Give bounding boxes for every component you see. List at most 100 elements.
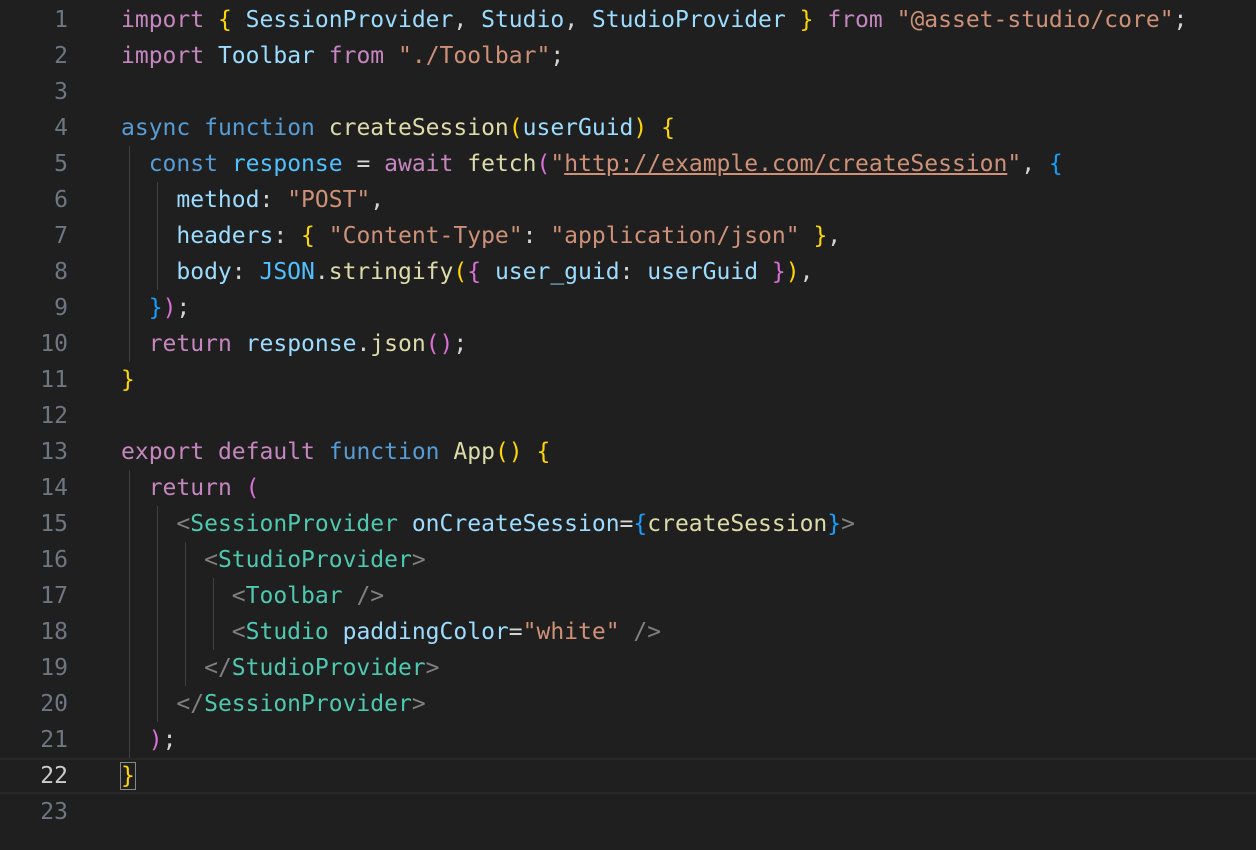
code-line[interactable]: 8 body: JSON.stringify({ user_guid: user…	[0, 254, 1256, 290]
code-line[interactable]: 6 method: "POST",	[0, 182, 1256, 218]
code-token: SessionProvider	[204, 691, 412, 717]
code-token: paddingColor	[342, 619, 509, 645]
code-token: await	[384, 151, 454, 177]
code-token: (	[425, 331, 440, 357]
code-line[interactable]: 16 <StudioProvider>	[0, 542, 1256, 578]
code-token: .	[356, 331, 371, 357]
code-token: default	[217, 439, 315, 465]
line-number: 8	[54, 259, 68, 285]
code-token: Studio	[481, 7, 565, 33]
line-number: 2	[54, 43, 68, 69]
code-text: import Toolbar from "./Toolbar";	[121, 38, 564, 74]
code-line[interactable]: 7 headers: { "Content-Type": "applicatio…	[0, 218, 1256, 254]
code-token: }	[771, 259, 786, 285]
code-token: }	[813, 223, 828, 249]
code-line[interactable]: 5 const response = await fetch("http://e…	[0, 146, 1256, 182]
line-number: 7	[54, 223, 68, 249]
code-token: response	[245, 331, 357, 357]
code-line[interactable]: 14 return (	[0, 470, 1256, 506]
code-text: });	[121, 290, 191, 326]
code-line[interactable]: 10 return response.json();	[0, 326, 1256, 362]
code-line[interactable]: 12	[0, 398, 1256, 434]
code-text: <StudioProvider>	[121, 542, 426, 578]
code-token: "application/json"	[550, 223, 800, 249]
line-number: 5	[54, 151, 68, 177]
line-number: 19	[40, 655, 68, 681]
code-line[interactable]: 1 import { SessionProvider, Studio, Studi…	[0, 2, 1256, 38]
line-number: 4	[54, 115, 68, 141]
code-token: />	[356, 583, 385, 609]
line-number: 21	[40, 727, 68, 753]
code-token: Studio	[245, 619, 329, 645]
code-token: http://example.com/createSession	[564, 151, 1008, 177]
line-number: 18	[40, 619, 68, 645]
code-line[interactable]: 9 });	[0, 290, 1256, 326]
line-number: 6	[54, 187, 68, 213]
code-text: return (	[121, 470, 260, 506]
code-line[interactable]: 17 <Toolbar />	[0, 578, 1256, 614]
code-line[interactable]: 13 export default function App() {	[0, 434, 1256, 470]
code-line[interactable]: 3	[0, 74, 1256, 110]
code-token: StudioProvider	[591, 7, 786, 33]
code-token: "./Toolbar"	[398, 43, 551, 69]
code-line[interactable]: 19 </StudioProvider>	[0, 650, 1256, 686]
code-token: user_guid	[494, 259, 620, 285]
code-token: ;	[1173, 7, 1188, 33]
code-line[interactable]: 20 </SessionProvider>	[0, 686, 1256, 722]
code-text: headers: { "Content-Type": "application/…	[121, 218, 841, 254]
code-text: method: "POST",	[121, 182, 384, 218]
code-token: ;	[453, 331, 468, 357]
code-token: }	[827, 511, 842, 537]
code-line[interactable]: 21 );	[0, 722, 1256, 758]
line-number: 10	[40, 331, 68, 357]
code-token: "white"	[522, 619, 620, 645]
code-token: {	[217, 7, 232, 33]
code-token: import	[121, 43, 205, 69]
code-text: async function createSession(userGuid) {	[121, 110, 675, 146]
code-token: >	[411, 691, 426, 717]
code-token: ,	[370, 187, 385, 213]
code-token: }	[148, 295, 163, 321]
code-token: SessionProvider	[190, 511, 398, 537]
code-token: (	[536, 151, 551, 177]
line-number: 16	[40, 547, 68, 573]
code-token: ,	[1021, 151, 1049, 177]
code-line[interactable]: 2 import Toolbar from "./Toolbar";	[0, 38, 1256, 74]
code-line[interactable]: 11}	[0, 362, 1256, 398]
code-line[interactable]: 18 <Studio paddingColor="white" />	[0, 614, 1256, 650]
code-text: <Toolbar />	[121, 578, 384, 614]
indent-guide	[129, 146, 130, 362]
code-token: =	[508, 619, 523, 645]
code-line[interactable]: 4 async function createSession(userGuid) …	[0, 110, 1256, 146]
code-line[interactable]: 22}	[0, 758, 1256, 794]
code-token: ,	[799, 259, 814, 285]
code-token: body	[176, 259, 232, 285]
code-line[interactable]: 23	[0, 794, 1256, 830]
code-token: .	[314, 259, 329, 285]
line-number: 17	[40, 583, 68, 609]
code-token: ,	[453, 7, 482, 33]
code-line[interactable]: 15 <SessionProvider onCreateSession={cre…	[0, 506, 1256, 542]
code-token: :	[619, 259, 648, 285]
code-token: return	[148, 475, 232, 501]
code-token: {	[536, 439, 551, 465]
code-editor[interactable]: 1 import { SessionProvider, Studio, Studi…	[0, 0, 1256, 850]
code-token: (	[508, 115, 523, 141]
code-text: return response.json();	[121, 326, 468, 362]
